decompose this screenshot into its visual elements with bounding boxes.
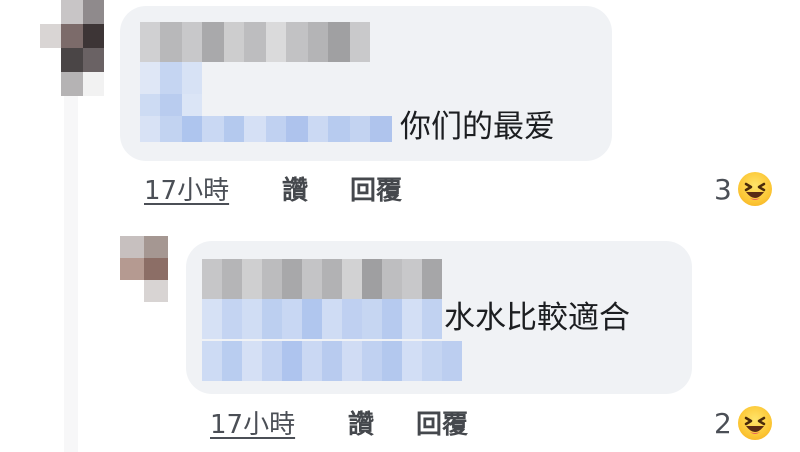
like-button[interactable]: 讚 — [282, 176, 308, 206]
blurred-author-name[interactable] — [140, 22, 370, 62]
blurred-author-name[interactable] — [202, 259, 442, 299]
laughing-emoji-icon — [737, 172, 772, 206]
blurred-comment-text — [140, 94, 222, 116]
laughing-emoji-icon — [737, 406, 772, 440]
reply-thread-line — [64, 96, 78, 452]
reaction-count: 3 — [714, 172, 732, 206]
reaction-count: 2 — [714, 406, 732, 440]
like-button[interactable]: 讚 — [348, 410, 374, 440]
avatar[interactable] — [120, 236, 168, 302]
blurred-comment-text — [202, 299, 442, 339]
reaction-summary[interactable]: 3 — [714, 172, 772, 206]
reaction-summary[interactable]: 2 — [714, 406, 772, 440]
reply-button[interactable]: 回覆 — [416, 410, 468, 440]
reply-text: 水水比較適合 — [444, 300, 630, 336]
blurred-comment-text — [202, 341, 462, 381]
comment-bubble: 你们的最爱 — [120, 6, 612, 161]
blurred-comment-text — [140, 116, 392, 142]
reply-timestamp-link[interactable]: 17小時 — [210, 410, 295, 440]
reply-bubble: 水水比較適合 — [186, 241, 692, 394]
avatar[interactable] — [40, 0, 104, 96]
comment-timestamp-link[interactable]: 17小時 — [144, 176, 229, 206]
comment-text: 你们的最爱 — [400, 109, 555, 145]
reply-button[interactable]: 回覆 — [350, 176, 402, 206]
blurred-comment-text — [140, 62, 202, 94]
